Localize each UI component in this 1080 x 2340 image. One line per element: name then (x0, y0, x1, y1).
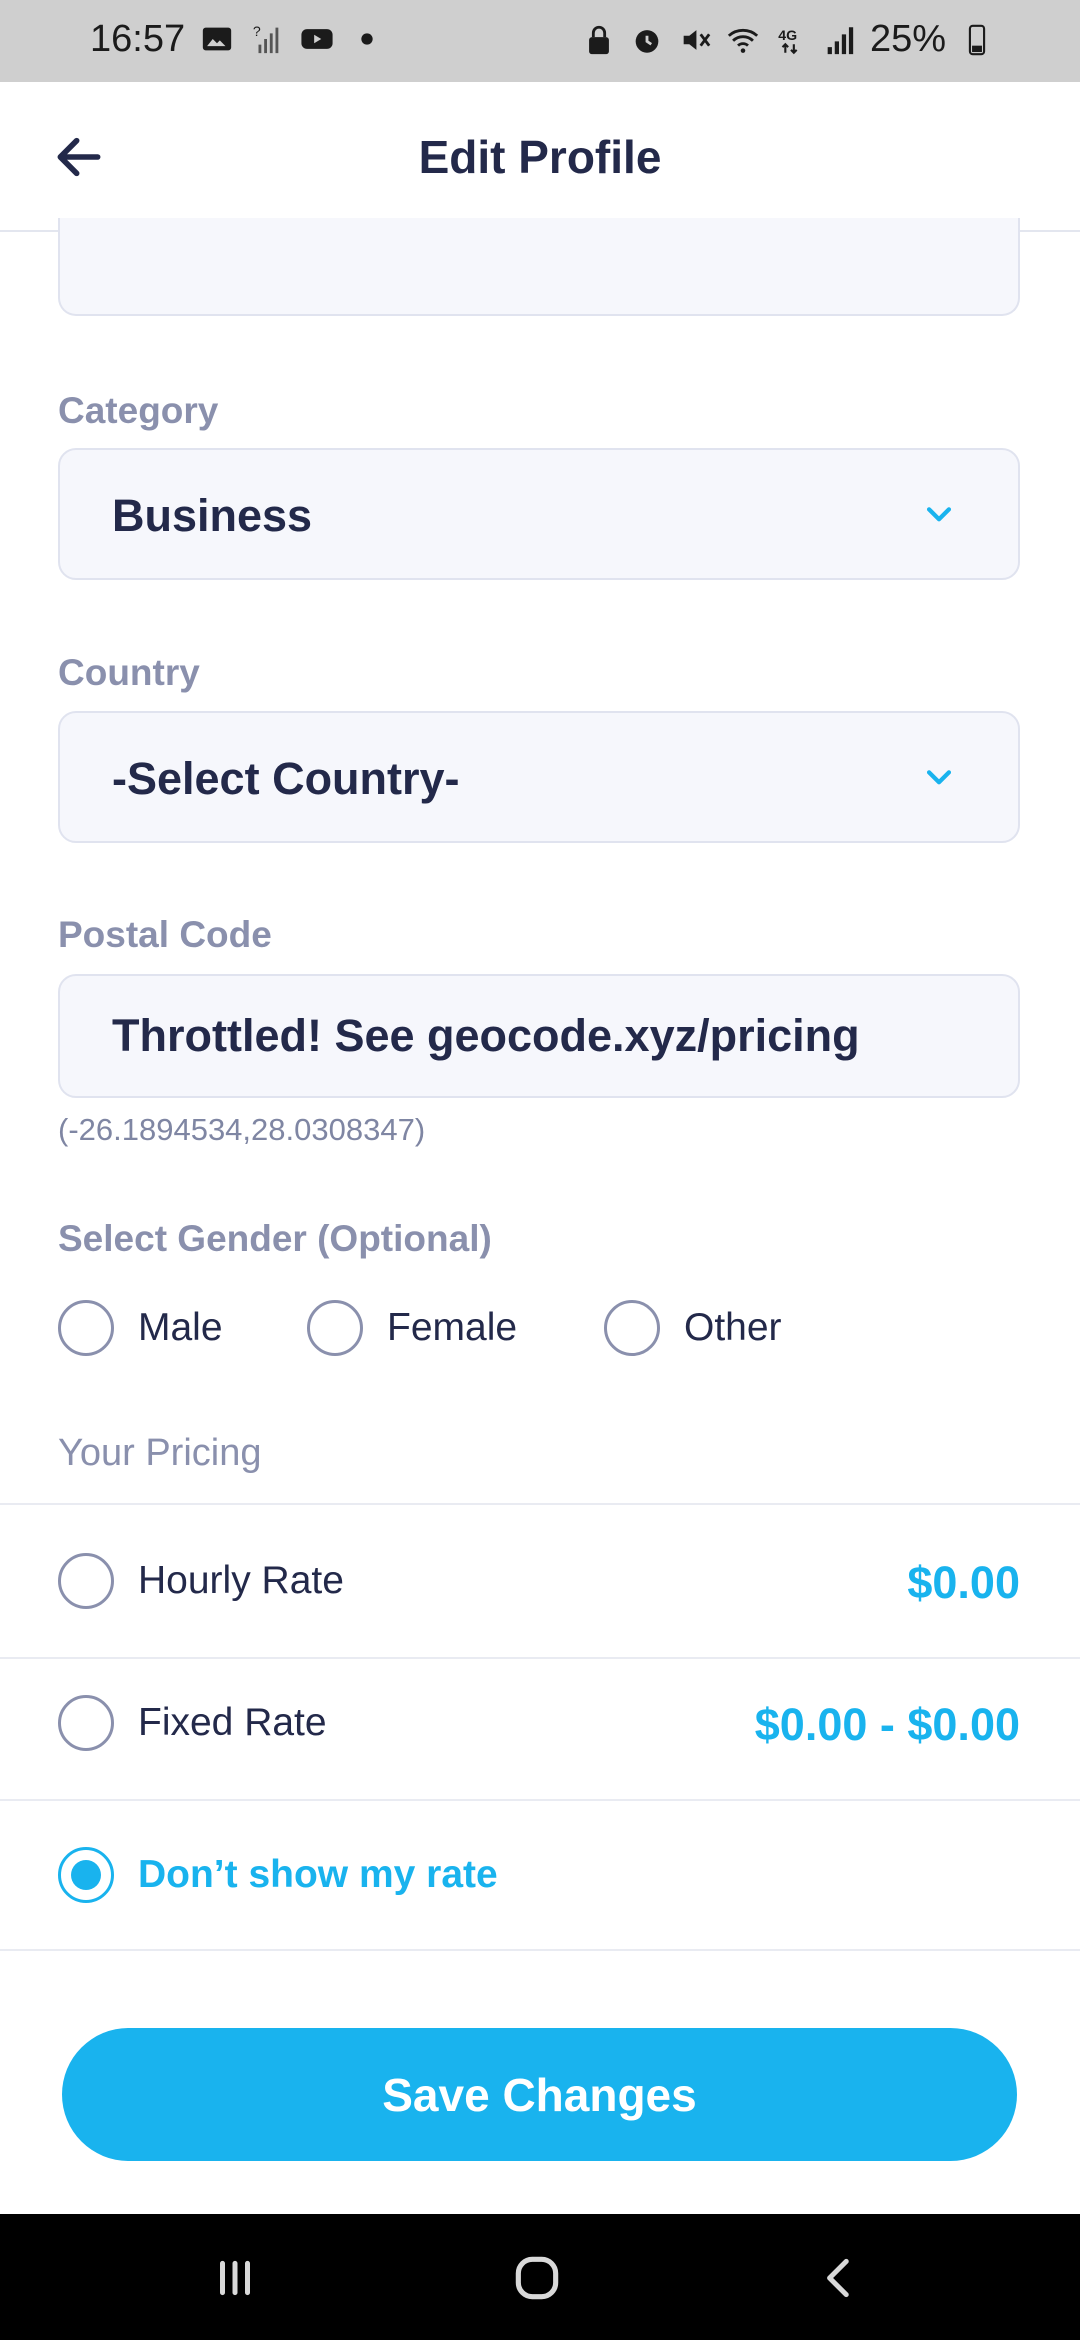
home-button[interactable] (507, 2250, 567, 2306)
system-nav-bar (0, 2214, 1080, 2340)
country-dropdown[interactable]: -Select Country- (58, 711, 1020, 843)
wifi-icon (727, 28, 759, 53)
status-right-icons: 4G 25% (582, 18, 994, 61)
fixed-rate-value: $0.00 - $0.00 (754, 1699, 1020, 1750)
recent-apps-icon (220, 2260, 250, 2296)
pricing-option-label: Fixed Rate (138, 1701, 327, 1744)
fixed-rate-option[interactable]: Fixed Rate (58, 1695, 327, 1751)
pricing-label: Your Pricing (58, 1432, 262, 1474)
postal-code-label: Postal Code (58, 914, 272, 955)
country-label: Country (58, 652, 200, 693)
radio-button[interactable] (58, 1300, 114, 1356)
battery-icon (968, 24, 986, 55)
radio-button[interactable] (307, 1300, 363, 1356)
dont-show-rate-option[interactable]: Don’t show my rate (58, 1847, 498, 1903)
4g-icon: 4G (778, 28, 798, 54)
recent-apps-button[interactable] (205, 2250, 265, 2306)
pricing-option-hourly[interactable]: Hourly Rate $0.00 (0, 1505, 1080, 1657)
signal-icon (827, 26, 854, 54)
alarm-icon (635, 29, 659, 53)
country-value: -Select Country- (112, 753, 460, 804)
radio-button[interactable] (58, 1695, 114, 1751)
gender-option-label: Other (684, 1306, 782, 1349)
svg-text:4G: 4G (778, 28, 797, 44)
gender-option-other[interactable]: Other (604, 1300, 782, 1356)
previous-field[interactable] (58, 218, 1020, 316)
pricing-option-hide[interactable]: Don’t show my rate (0, 1801, 1080, 1949)
postal-code-value: Throttled! See geocode.xyz/pricing (112, 1010, 860, 1061)
battery-percent: 25% (869, 18, 946, 60)
pricing-option-label: Hourly Rate (138, 1559, 344, 1602)
gender-option-label: Male (138, 1306, 223, 1349)
hourly-rate-option[interactable]: Hourly Rate (58, 1553, 344, 1609)
lock-icon (589, 25, 609, 54)
status-left-icons: ? (200, 22, 384, 56)
pricing-option-label: Don’t show my rate (138, 1853, 498, 1896)
status-time: 16:57 (90, 18, 186, 60)
app-bar: Edit Profile (0, 82, 1080, 232)
gender-option-label: Female (387, 1306, 518, 1349)
coordinates-text: (-26.1894534,28.0308347) (58, 1112, 426, 1147)
chevron-down-icon (926, 770, 952, 785)
mute-icon (683, 29, 711, 50)
category-value: Business (112, 490, 313, 541)
radio-button-selected[interactable] (58, 1847, 114, 1903)
youtube-icon (301, 29, 333, 49)
gender-option-male[interactable]: Male (58, 1300, 223, 1356)
signal-question-icon: ? (253, 24, 279, 54)
back-icon (827, 2258, 849, 2298)
radio-button[interactable] (58, 1553, 114, 1609)
home-icon (515, 2256, 559, 2300)
gender-option-female[interactable]: Female (307, 1300, 517, 1356)
category-label: Category (58, 390, 219, 431)
status-bar: 16:57 ? 4G 25% (0, 0, 1080, 82)
chevron-down-icon (926, 507, 952, 522)
gender-label: Select Gender (Optional) (58, 1218, 492, 1259)
hourly-rate-value: $0.00 (907, 1557, 1020, 1608)
save-changes-button[interactable]: Save Changes (62, 2028, 1017, 2161)
svg-text:?: ? (253, 24, 261, 40)
category-dropdown[interactable]: Business (58, 448, 1020, 580)
back-nav-button[interactable] (810, 2250, 870, 2306)
postal-code-input[interactable]: Throttled! See geocode.xyz/pricing (58, 974, 1020, 1098)
pricing-option-fixed[interactable]: Fixed Rate $0.00 - $0.00 (0, 1659, 1080, 1799)
page-title: Edit Profile (418, 131, 662, 183)
dot-icon (361, 33, 373, 45)
radio-button[interactable] (604, 1300, 660, 1356)
image-icon (202, 27, 232, 51)
divider (0, 1949, 1080, 1951)
